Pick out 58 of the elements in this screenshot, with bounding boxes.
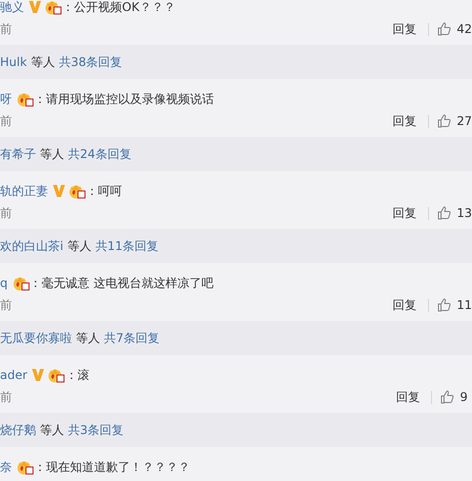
- reply-user-name[interactable]: 有希子: [0, 146, 36, 162]
- others-label: 等人: [76, 330, 100, 346]
- timestamp: 前: [0, 20, 12, 38]
- replies-summary-bar[interactable]: 有希子 等人 共24条回复: [0, 137, 472, 171]
- replies-summary-bar[interactable]: 烧仔鹅 等人 共3条回复: [0, 413, 472, 447]
- reply-user-name[interactable]: 烧仔鹅: [0, 422, 36, 438]
- reply-count-link[interactable]: 共38条回复: [58, 54, 122, 70]
- others-label: 等人: [40, 146, 64, 162]
- thumbs-up-icon[interactable]: [436, 298, 451, 312]
- reply-count-link[interactable]: 共24条回复: [68, 146, 132, 162]
- thumbs-up-icon[interactable]: [436, 206, 451, 220]
- others-label: 等人: [30, 54, 55, 70]
- member-badge-icon: [44, 0, 62, 15]
- reply-user-name[interactable]: 无瓜要你寡啦: [0, 330, 72, 346]
- like-count: 9: [460, 390, 469, 404]
- reply-link[interactable]: 回复: [392, 204, 417, 222]
- comment-text: ：请用现场监控以及录像视频说话: [34, 90, 214, 108]
- comment-text: ：毫无诚意 这电视台就这样凉了吧: [30, 274, 214, 292]
- others-label: 等人: [40, 422, 64, 438]
- like-count: 11: [456, 298, 472, 312]
- others-label: 等人: [67, 238, 92, 254]
- replies-summary-bar[interactable]: 欢的白山茶i 等人 共11条回复: [0, 229, 472, 263]
- thumbs-up-icon[interactable]: [436, 114, 451, 128]
- user-name[interactable]: 驰义: [0, 0, 24, 16]
- thumbs-up-icon[interactable]: [440, 390, 454, 404]
- member-badge-icon: [47, 367, 66, 383]
- reply-count-link[interactable]: 共11条回复: [95, 238, 159, 254]
- timestamp: 前: [0, 112, 12, 130]
- member-badge-icon: [16, 459, 34, 475]
- reply-user-name[interactable]: Hulk: [0, 55, 27, 69]
- timestamp: 前: [0, 204, 12, 222]
- like-count: 13: [456, 206, 472, 220]
- like-count: 42: [456, 22, 472, 36]
- timestamp: 前: [0, 388, 12, 406]
- comment-text: ：公开视频OK？？？: [62, 0, 176, 16]
- reply-link[interactable]: 回复: [392, 20, 417, 38]
- user-name[interactable]: ader: [0, 368, 28, 382]
- reply-link[interactable]: 回复: [396, 388, 420, 406]
- reply-count-link[interactable]: 共3条回复: [68, 422, 124, 438]
- reply-link[interactable]: 回复: [392, 112, 417, 130]
- user-name[interactable]: 呀: [0, 90, 12, 108]
- reply-link[interactable]: 回复: [392, 296, 417, 314]
- reply-count-link[interactable]: 共7条回复: [104, 330, 160, 346]
- comment-text: ：现在知道道歉了！？？？？: [34, 458, 190, 476]
- user-name[interactable]: q: [0, 276, 8, 290]
- like-count: 27: [456, 114, 472, 128]
- member-badge-icon: [68, 183, 86, 199]
- replies-summary-bar[interactable]: Hulk 等人 共38条回复: [0, 45, 472, 79]
- replies-summary-bar[interactable]: 无瓜要你寡啦 等人 共7条回复: [0, 321, 472, 355]
- member-badge-icon: [12, 275, 30, 291]
- member-badge-icon: [16, 91, 34, 107]
- timestamp: 前: [0, 296, 12, 314]
- user-name[interactable]: 奈: [0, 458, 12, 476]
- comment-text: ：滚: [65, 366, 90, 384]
- comment-text: ：呵呵: [86, 182, 122, 200]
- reply-user-name[interactable]: 欢的白山茶i: [0, 238, 64, 254]
- user-name[interactable]: 轨的正妻: [0, 182, 48, 200]
- thumbs-up-icon[interactable]: [436, 22, 451, 36]
